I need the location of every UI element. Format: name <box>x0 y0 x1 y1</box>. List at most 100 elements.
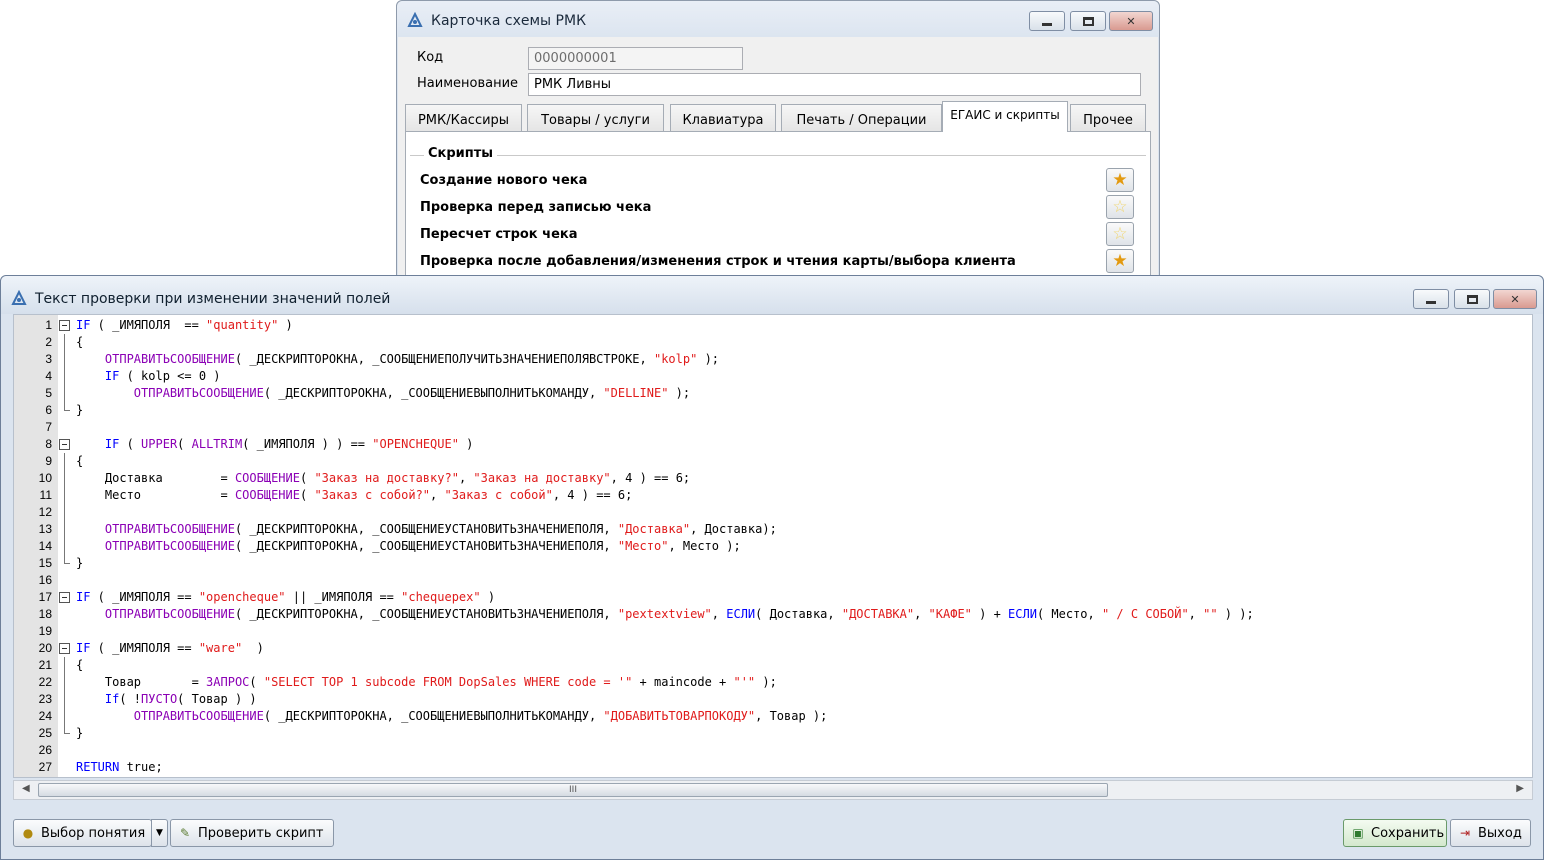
code-token-kw: ЕСЛИ <box>726 607 756 621</box>
tab-keyboard[interactable]: Клавиатура <box>670 104 776 132</box>
code-token-id <box>76 607 105 621</box>
fold-collapse-icon[interactable] <box>59 320 70 331</box>
scheme-card-window: Карточка схемы РМК ✕ Код 0000000001 Наим… <box>396 0 1160 290</box>
scripts-group-title: Скрипты <box>424 146 498 161</box>
code-token-kw: If <box>104 692 120 706</box>
choose-concept-dropdown[interactable]: ▼ <box>151 819 168 847</box>
maximize-button[interactable] <box>1454 289 1490 309</box>
check-script-label: Проверить скрипт <box>198 825 324 841</box>
code-line: 24 ОТПРАВИТЬСООБЩЕНИЕ( _ДЕСКРИПТОРОКНА, … <box>14 708 1532 725</box>
code-token-str: "OPENCHEQUE" <box>372 437 459 451</box>
scroll-right-icon[interactable]: ▶ <box>1516 783 1524 794</box>
code-token-id: { <box>76 335 84 349</box>
code-token-id: ); <box>668 386 691 400</box>
code-token-id: , 4 ) == 6; <box>610 471 691 485</box>
code-text: { <box>76 334 83 351</box>
code-editor[interactable]: 1 IF ( _ИМЯПОЛЯ == "quantity" ) 2{3 ОТПРАВ… <box>13 314 1533 778</box>
scroll-left-icon[interactable]: ◀ <box>22 783 30 794</box>
star-filled-icon: ★ <box>1112 169 1128 190</box>
code-token-id: , Доставка); <box>690 522 777 536</box>
code-token-fn: ОТПРАВИТЬСООБЩЕНИЕ <box>104 607 235 621</box>
code-text: { <box>76 657 83 674</box>
code-token-str: "opencheque" <box>198 590 286 604</box>
fold-end-guide <box>64 725 70 734</box>
code-text: ОТПРАВИТЬСООБЩЕНИЕ( _ДЕСКРИПТОРОКНА, _СО… <box>76 708 828 725</box>
code-token-id: , <box>458 471 474 485</box>
code-text: Место = СООБЩЕНИЕ( "Заказ с собой?", "За… <box>76 487 632 504</box>
fold-guide <box>64 657 65 674</box>
code-token-kw: IF <box>104 437 120 451</box>
script-editor-window: Текст проверки при изменении значений по… <box>0 275 1544 860</box>
line-number: 16 <box>38 573 52 587</box>
window-title: Карточка схемы РМК <box>431 13 587 29</box>
code-line: 20 IF ( _ИМЯПОЛЯ == "ware" ) <box>14 640 1532 657</box>
fold-collapse-icon[interactable] <box>59 439 70 450</box>
code-token-id: , <box>914 607 929 621</box>
tab-egais-scripts[interactable]: ЕГАИС и скрипты <box>942 101 1068 132</box>
code-line: 21 { <box>14 657 1532 674</box>
code-token-id: { <box>76 454 84 468</box>
code-line: 16 <box>14 572 1532 589</box>
code-field[interactable]: 0000000001 <box>528 47 743 70</box>
tab-goods-services[interactable]: Товары / услуги <box>527 104 664 132</box>
choose-concept-button[interactable]: ● Выбор понятия <box>13 819 152 847</box>
script-label-before-save: Проверка перед записью чека <box>420 200 652 215</box>
code-line: 15} <box>14 555 1532 572</box>
fold-collapse-icon[interactable] <box>59 643 70 654</box>
scrollbar-thumb[interactable]: III <box>38 783 1108 797</box>
code-token-id: } <box>76 556 84 570</box>
code-text: Доставка = СООБЩЕНИЕ( "Заказ на доставку… <box>76 470 690 487</box>
code-token-id: ) <box>458 437 474 451</box>
maximize-button[interactable] <box>1070 11 1106 31</box>
close-button[interactable]: ✕ <box>1109 11 1153 31</box>
name-field[interactable]: РМК Ливны <box>528 73 1141 96</box>
code-token-id: ( Товар ) ) <box>177 692 257 706</box>
close-icon: ✕ <box>1510 292 1520 306</box>
line-number: 1 <box>45 318 52 332</box>
line-number: 20 <box>38 641 52 655</box>
line-number: 12 <box>38 505 52 519</box>
code-token-fn: ПУСТО <box>141 692 178 706</box>
star-empty-icon: ☆ <box>1112 196 1128 217</box>
tab-other[interactable]: Прочее <box>1070 104 1146 132</box>
minimize-button[interactable] <box>1029 11 1065 31</box>
tab-print-operations[interactable]: Печать / Операции <box>781 104 942 132</box>
window-title: Текст проверки при изменении значений по… <box>35 291 391 307</box>
horizontal-scrollbar[interactable]: ◀ III ▶ <box>13 780 1533 800</box>
scheme-card-titlebar[interactable]: Карточка схемы РМК ✕ <box>397 1 1159 37</box>
code-token-id <box>76 522 105 536</box>
code-text: IF ( _ИМЯПОЛЯ == "quantity" ) <box>76 317 293 334</box>
code-token-id: ( <box>177 437 192 451</box>
code-line: 7 <box>14 419 1532 436</box>
line-number: 27 <box>38 760 52 774</box>
tab-rmk-cashiers[interactable]: РМК/Кассиры <box>405 104 522 132</box>
code-token-id: ) <box>242 641 264 655</box>
code-token-id: ) <box>278 318 293 332</box>
script-star-button-recalc-rows[interactable]: ☆ <box>1106 222 1134 246</box>
close-button[interactable]: ✕ <box>1493 289 1537 309</box>
code-token-id: ( <box>119 437 142 451</box>
code-text: RETURN true; <box>76 759 163 776</box>
line-number: 8 <box>45 437 52 451</box>
code-token-id: ( _ИМЯПОЛЯ == <box>90 590 199 604</box>
code-line: 27 RETURN true; <box>14 759 1532 776</box>
script-editor-titlebar[interactable]: Текст проверки при изменении значений по… <box>1 276 1543 314</box>
exit-button[interactable]: ⇥ Выход <box>1450 819 1531 847</box>
line-number: 23 <box>38 692 52 706</box>
minimize-button[interactable] <box>1413 289 1449 309</box>
code-token-str: "Заказ с собой?" <box>314 488 431 502</box>
check-script-button[interactable]: ✎ Проверить скрипт <box>170 819 334 847</box>
script-star-button-before-save[interactable]: ☆ <box>1106 195 1134 219</box>
code-token-id: ( _ДЕСКРИПТОРОКНА, _СООБЩЕНИЕВЫПОЛНИТЬКО… <box>263 709 604 723</box>
fold-guide <box>64 504 65 521</box>
code-token-id: ( <box>249 675 264 689</box>
script-star-button-new-check[interactable]: ★ <box>1106 168 1134 192</box>
save-button[interactable]: ▣ Сохранить <box>1343 819 1447 847</box>
code-token-id: ( _ДЕСКРИПТОРОКНА, _СООБЩЕНИЕУСТАНОВИТЬЗ… <box>234 607 618 621</box>
code-token-str: "Заказ на доставку?" <box>314 471 459 485</box>
script-star-button-after-change[interactable]: ★ <box>1106 249 1134 273</box>
fold-collapse-icon[interactable] <box>59 592 70 603</box>
fold-guide <box>64 708 65 725</box>
code-line: 13 ОТПРАВИТЬСООБЩЕНИЕ( _ДЕСКРИПТОРОКНА, … <box>14 521 1532 538</box>
scripts-panel: Скрипты Создание нового чека ★ Проверка … <box>405 131 1151 289</box>
